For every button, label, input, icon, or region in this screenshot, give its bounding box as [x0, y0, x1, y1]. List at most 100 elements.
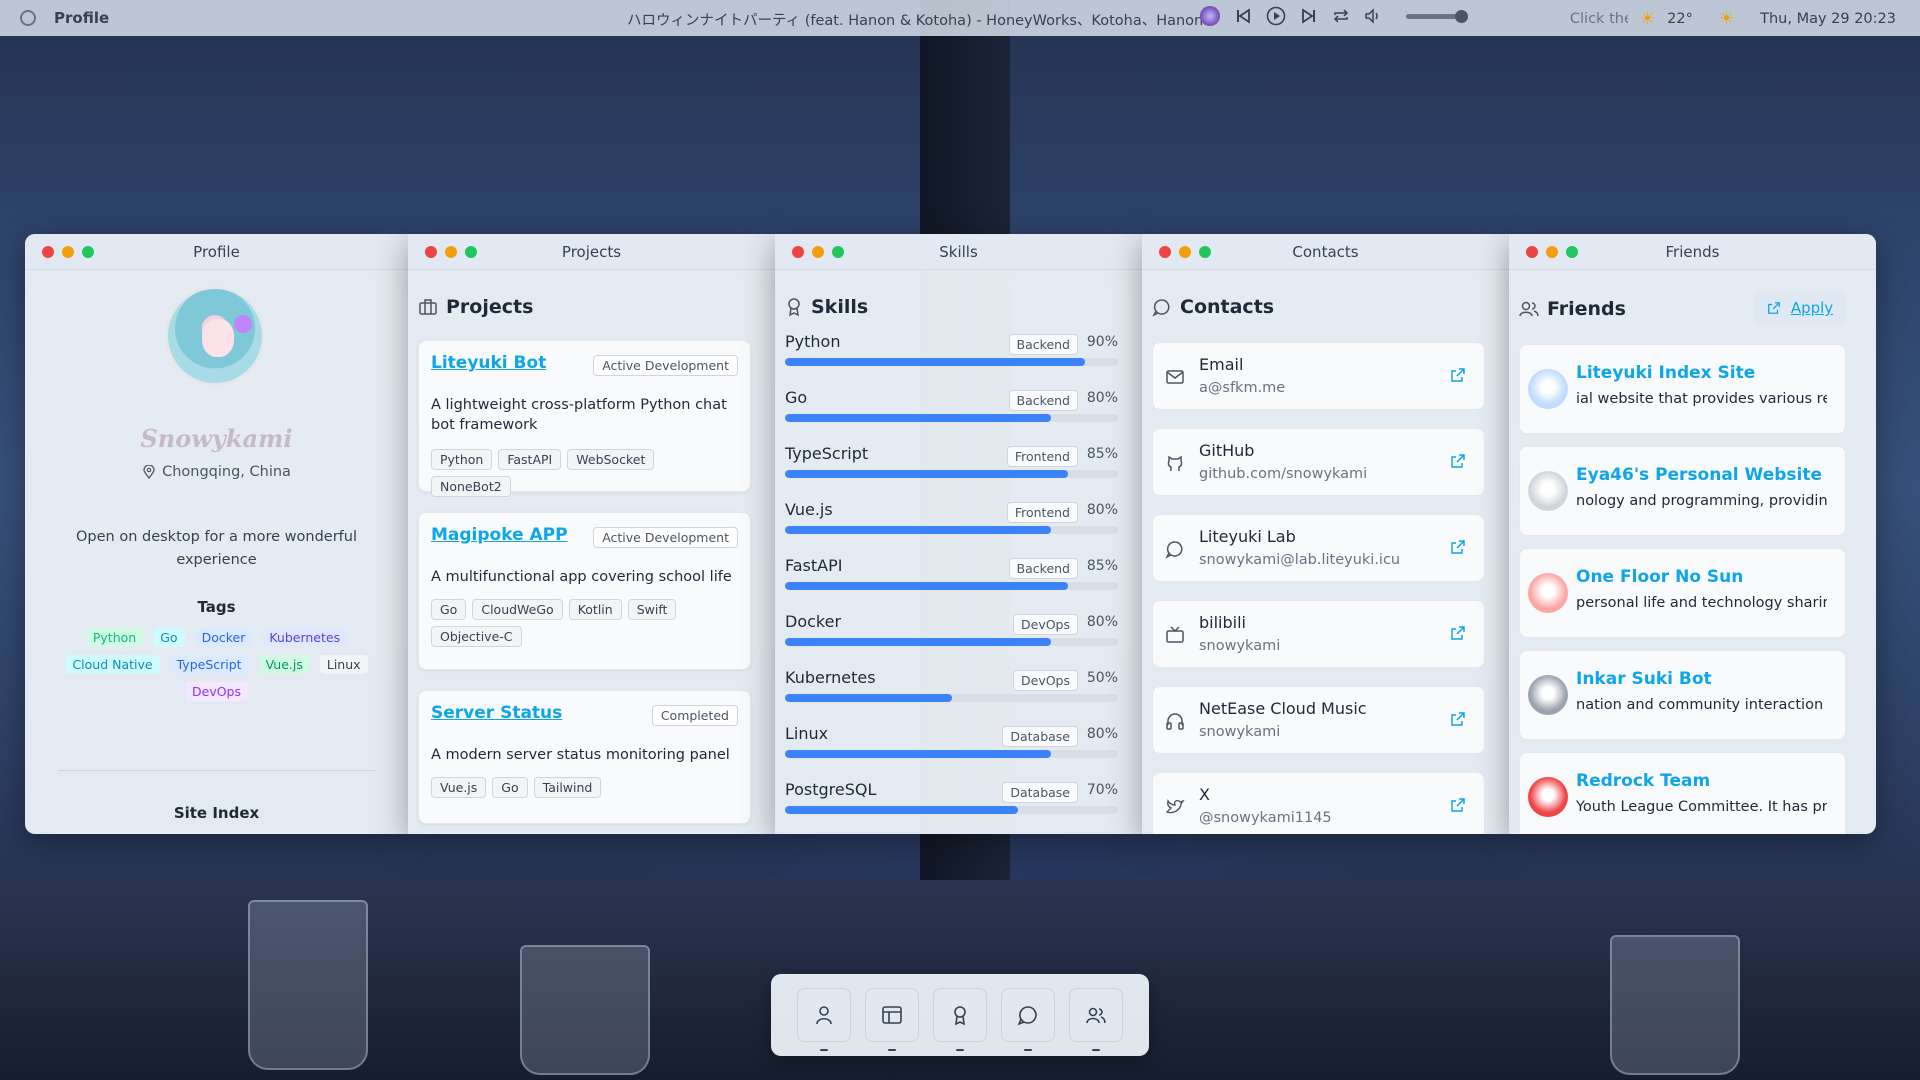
contact-label: bilibili [1199, 613, 1246, 632]
maximize-button[interactable] [82, 245, 94, 258]
wallpaper-cup [520, 945, 650, 1075]
skill-percent: 70% [1086, 782, 1118, 798]
minimize-button[interactable] [62, 245, 74, 258]
external-link-icon[interactable] [1450, 453, 1466, 469]
skills-window: Skills Skills Python Backend 90% Go Backend 8… [775, 234, 1142, 834]
contacts-heading-text: Contacts [1180, 296, 1275, 318]
skill-bar [785, 414, 1118, 422]
skill-category: DevOps [1013, 614, 1078, 635]
contact-card[interactable]: Email a@sfkm.me [1152, 342, 1485, 410]
project-desc: A multifunctional app covering school li… [431, 569, 732, 585]
project-tag: Swift [627, 599, 677, 620]
contact-label: Email [1199, 355, 1244, 374]
skill-category: Database [1002, 782, 1078, 803]
friend-card[interactable]: Eya46's Personal Website nology and progr… [1519, 446, 1846, 536]
skill-percent: 90% [1086, 334, 1118, 350]
friend-name[interactable]: Liteyuki Index Site [1576, 363, 1755, 383]
friend-name[interactable]: One Floor No Sun [1576, 567, 1743, 587]
contact-card[interactable]: GitHub github.com/snowykami [1152, 428, 1485, 496]
skill-category: Frontend [1006, 446, 1078, 467]
contact-card[interactable]: X @snowykami1145 [1152, 772, 1485, 834]
project-title[interactable]: Server Status [431, 703, 562, 723]
project-card[interactable]: Server Status Completed A modern server … [418, 690, 751, 824]
skill-bar-fill [785, 582, 1069, 590]
projects-dock-icon[interactable] [865, 988, 919, 1051]
contact-card[interactable]: NetEase Cloud Music snowykami [1152, 686, 1485, 754]
friend-name[interactable]: Eya46's Personal Website [1576, 465, 1822, 485]
profile-tag[interactable]: Cloud Native [65, 655, 160, 674]
volume-icon[interactable] [1364, 7, 1382, 25]
profile-tag[interactable]: Go [153, 628, 185, 647]
friends-heading: Friends [1519, 298, 1626, 320]
project-card[interactable]: Magipoke APP Active Development A multif… [418, 512, 751, 670]
project-status: Active Development [593, 527, 738, 548]
friend-card[interactable]: One Floor No Sun personal life and techno… [1519, 548, 1846, 638]
friend-name[interactable]: Redrock Team [1576, 771, 1710, 791]
divider [58, 770, 375, 771]
contact-card[interactable]: bilibili snowykami [1152, 600, 1485, 668]
friends-heading-text: Friends [1547, 298, 1626, 320]
skill-bar-fill [785, 526, 1052, 534]
project-tag: Go [431, 599, 467, 620]
friend-card[interactable]: Redrock Team Youth League Committee. It h… [1519, 752, 1846, 834]
skill-bar-fill [785, 694, 952, 702]
profile-tag[interactable]: Linux [319, 655, 368, 674]
contact-label: NetEase Cloud Music [1199, 699, 1367, 718]
external-link-icon[interactable] [1450, 625, 1466, 641]
friend-name[interactable]: Inkar Suki Bot [1576, 669, 1712, 689]
friend-desc: Youth League Committee. It has pro [1576, 799, 1827, 815]
contacts-heading: Contacts [1152, 296, 1274, 318]
external-link-icon[interactable] [1450, 367, 1466, 383]
project-card[interactable]: Liteyuki Bot Active Development A lightw… [418, 340, 751, 497]
project-status: Active Development [593, 355, 738, 376]
friends-dock-icon[interactable] [1069, 988, 1123, 1051]
skill-bar-fill [785, 470, 1069, 478]
system-logo-icon[interactable] [20, 10, 36, 26]
project-title[interactable]: Liteyuki Bot [431, 353, 546, 373]
apply-label: Apply [1790, 299, 1834, 317]
profile-tag[interactable]: Python [85, 628, 144, 647]
play-icon[interactable] [1266, 6, 1286, 26]
contact-card[interactable]: Liteyuki Lab snowykami@lab.liteyuki.icu [1152, 514, 1485, 582]
skill-bar [785, 582, 1118, 590]
friend-avatar [1528, 777, 1568, 817]
next-track-icon[interactable] [1300, 7, 1318, 25]
profile-dock-icon[interactable] [797, 988, 851, 1051]
repeat-icon[interactable] [1332, 7, 1350, 25]
volume-slider[interactable] [1406, 9, 1468, 23]
project-tag: WebSocket [567, 449, 655, 470]
external-link-icon[interactable] [1450, 711, 1466, 727]
apply-button[interactable]: Apply [1754, 292, 1846, 324]
profile-tag[interactable]: Vue.js [258, 655, 310, 674]
close-button[interactable] [42, 245, 54, 258]
friend-card[interactable]: Liteyuki Index Site ial website that prov… [1519, 344, 1846, 434]
profile-tag[interactable]: TypeScript [169, 655, 249, 674]
github-icon [1165, 453, 1185, 473]
profile-tag[interactable]: Docker [194, 628, 253, 647]
skill-percent: 85% [1086, 558, 1118, 574]
profile-titlebar[interactable]: Profile [25, 234, 408, 270]
contact-value: github.com/snowykami [1199, 466, 1368, 482]
mail-icon [1165, 367, 1185, 387]
contacts-dock-icon[interactable] [1001, 988, 1055, 1051]
external-link-icon[interactable] [1450, 539, 1466, 555]
theme-toggle-icon[interactable]: ☀ [1719, 9, 1734, 29]
contact-label: Liteyuki Lab [1199, 527, 1296, 546]
previous-track-icon[interactable] [1234, 7, 1252, 25]
friends-window: Friends Friends Apply Liteyuki Index Sit… [1509, 234, 1876, 834]
skills-dock-icon[interactable] [933, 988, 987, 1051]
project-tag: Tailwind [533, 777, 602, 798]
project-tag: Objective-C [431, 626, 522, 647]
award-icon [785, 297, 803, 317]
profile-tag[interactable]: DevOps [185, 682, 248, 701]
external-link-icon[interactable] [1450, 797, 1466, 813]
project-title[interactable]: Magipoke APP [431, 525, 568, 545]
skill-bar-fill [785, 750, 1052, 758]
project-tag: FastAPI [498, 449, 562, 470]
wallpaper-mug [1610, 935, 1740, 1075]
friend-card[interactable]: Inkar Suki Bot nation and community inter… [1519, 650, 1846, 740]
location-text: Chongqing, China [162, 464, 291, 480]
skill-name: Docker [785, 612, 842, 631]
friend-desc: ial website that provides various res [1576, 391, 1827, 407]
profile-tag[interactable]: Kubernetes [262, 628, 348, 647]
